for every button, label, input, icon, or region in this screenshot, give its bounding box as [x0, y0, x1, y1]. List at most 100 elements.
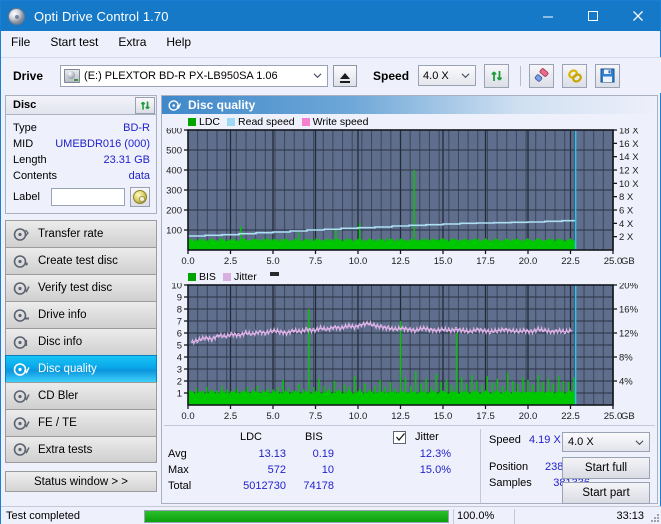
- svg-text:8 X: 8 X: [619, 192, 634, 203]
- sidebar-item-verify-test-disc[interactable]: Verify test disc: [5, 274, 157, 301]
- svg-text:2.5: 2.5: [224, 411, 237, 422]
- drive-select-value: (E:) PLEXTOR BD-R PX-LB950SA 1.06: [84, 69, 278, 82]
- disc-label-input[interactable]: [51, 188, 125, 206]
- legend-item-write-speed: Write speed: [301, 116, 369, 128]
- content-panel: Disc quality LDC Read speed Write speed …: [161, 95, 658, 504]
- close-button[interactable]: [615, 1, 660, 31]
- drag-handle[interactable]: [269, 272, 279, 276]
- sidebar-item-extra-tests[interactable]: Extra tests: [5, 436, 157, 463]
- menu-start-test[interactable]: Start test: [48, 33, 107, 51]
- legend-swatch: [301, 117, 310, 126]
- svg-text:2 X: 2 X: [619, 232, 634, 243]
- save-button[interactable]: [595, 63, 621, 88]
- status-bar: Test completed 100.0% 33:13: [1, 506, 661, 524]
- menu-extra[interactable]: Extra: [116, 33, 155, 51]
- legend-label: LDC: [199, 115, 221, 128]
- disc-info-panel: Type BD-R MID UMEBDR016 (000) Length 23.…: [5, 115, 157, 214]
- window-title: Opti Drive Control 1.70: [34, 8, 169, 24]
- svg-text:4%: 4%: [619, 377, 633, 388]
- drive-select[interactable]: (E:) PLEXTOR BD-R PX-LB950SA 1.06: [60, 64, 329, 87]
- stats-header-bis: BIS: [305, 431, 323, 443]
- stats-row-avg-bis: 0.19: [312, 448, 334, 460]
- disc-icon: [13, 362, 30, 376]
- sidebar-item-transfer-rate[interactable]: Transfer rate: [5, 220, 157, 247]
- test-position-key: Position: [489, 461, 529, 473]
- sidebar-label: CD Bler: [38, 390, 79, 402]
- title-bar: Opti Drive Control 1.70: [1, 1, 660, 31]
- sidebar-item-disc-info[interactable]: Disc info: [5, 328, 157, 355]
- svg-text:12.5: 12.5: [391, 256, 410, 267]
- svg-text:10: 10: [171, 283, 182, 292]
- sidebar-item-cd-bler[interactable]: CD Bler: [5, 382, 157, 409]
- svg-text:10.0: 10.0: [349, 411, 368, 422]
- svg-text:20.0: 20.0: [519, 256, 538, 267]
- sidebar-item-disc-quality[interactable]: Disc quality: [5, 355, 157, 382]
- elapsed-time: 33:13: [616, 510, 644, 522]
- menu-bar: File Start test Extra Help: [1, 31, 660, 53]
- start-part-button[interactable]: Start part: [562, 482, 650, 504]
- svg-text:10 X: 10 X: [619, 179, 639, 190]
- svg-text:16 X: 16 X: [619, 139, 639, 150]
- sidebar-label: Transfer rate: [38, 228, 104, 240]
- legend-swatch: [188, 117, 196, 126]
- disc-contents-key: Contents: [13, 170, 58, 182]
- stats-row-max-key: Max: [168, 464, 189, 476]
- svg-text:200: 200: [166, 206, 182, 217]
- jitter-checkbox[interactable]: [393, 431, 406, 444]
- svg-text:400: 400: [166, 166, 182, 177]
- stats-row-avg-ldc: 13.13: [258, 448, 286, 460]
- status-window-button[interactable]: Status window > >: [5, 471, 157, 492]
- svg-text:17.5: 17.5: [476, 411, 495, 422]
- test-samples-key: Samples: [489, 477, 532, 489]
- svg-text:14 X: 14 X: [619, 152, 639, 163]
- minimize-button[interactable]: [525, 1, 570, 31]
- sidebar-item-fe-te[interactable]: FE / TE: [5, 409, 157, 436]
- disc-label-browse-button[interactable]: [130, 187, 150, 207]
- bottom-chart: 10 9 8 7 6 5 4 3 2 1 20% 16% 12% 8% 4% 0.0 2.5 5.0 7.5 10.0…: [162, 283, 657, 423]
- eject-button[interactable]: [333, 64, 358, 87]
- sidebar-label: Create test disc: [38, 255, 118, 267]
- top-chart: 600 500 400 300 200 100 18 X 16 X 14 X 12 X 10 X 8 …: [162, 128, 657, 268]
- test-speed-select[interactable]: 4.0 X: [562, 432, 650, 452]
- svg-text:22.5: 22.5: [561, 256, 580, 267]
- refresh-button[interactable]: [484, 63, 510, 88]
- legend-item-read-speed: Read speed: [227, 116, 295, 128]
- menu-file[interactable]: File: [9, 33, 39, 51]
- disc-refresh-button[interactable]: [135, 96, 155, 114]
- sidebar-label: Drive info: [38, 309, 87, 321]
- sidebar-item-drive-info[interactable]: Drive info: [5, 301, 157, 328]
- toolbar-speed-select[interactable]: 4.0 X: [418, 65, 477, 86]
- svg-text:6: 6: [177, 329, 182, 340]
- svg-text:20%: 20%: [619, 283, 639, 292]
- svg-text:15.0: 15.0: [434, 411, 453, 422]
- resize-grip[interactable]: [649, 512, 660, 523]
- stats-row-total-bis: 74178: [303, 480, 334, 492]
- legend-swatch: [227, 117, 236, 126]
- sidebar-label: Disc quality: [38, 363, 97, 375]
- svg-text:22.5: 22.5: [561, 411, 580, 422]
- svg-text:2: 2: [177, 377, 182, 388]
- maximize-button[interactable]: [570, 1, 615, 31]
- link-button[interactable]: [562, 63, 588, 88]
- disc-row-length: Length 23.31 GB: [13, 152, 150, 168]
- stats-row-max-jitter: 15.0%: [419, 464, 451, 476]
- menu-help[interactable]: Help: [164, 33, 200, 51]
- drive-icon: [64, 68, 81, 83]
- test-speed-value: 4.19 X: [529, 434, 561, 446]
- chain-link-icon: [567, 68, 582, 83]
- svg-text:7.5: 7.5: [309, 411, 322, 422]
- test-speed-key: Speed: [489, 434, 521, 446]
- svg-text:GB: GB: [621, 256, 635, 267]
- window-controls: [525, 1, 660, 31]
- svg-text:4 X: 4 X: [619, 219, 634, 230]
- floppy-disk-icon: [600, 68, 615, 83]
- stats-table: LDC BIS Avg 13.13 0.19 12.3% Max 572 10 …: [162, 427, 482, 503]
- top-chart-svg: 600 500 400 300 200 100 18 X 16 X 14 X 12 X 10 X 8 …: [166, 128, 639, 267]
- stats-header-ldc: LDC: [240, 431, 263, 443]
- svg-text:10.0: 10.0: [349, 256, 368, 267]
- svg-text:12%: 12%: [619, 329, 639, 340]
- erase-button[interactable]: [529, 63, 555, 88]
- start-full-button[interactable]: Start full: [562, 457, 650, 479]
- sidebar-item-create-test-disc[interactable]: Create test disc: [5, 247, 157, 274]
- stats-row-avg-key: Avg: [168, 448, 187, 460]
